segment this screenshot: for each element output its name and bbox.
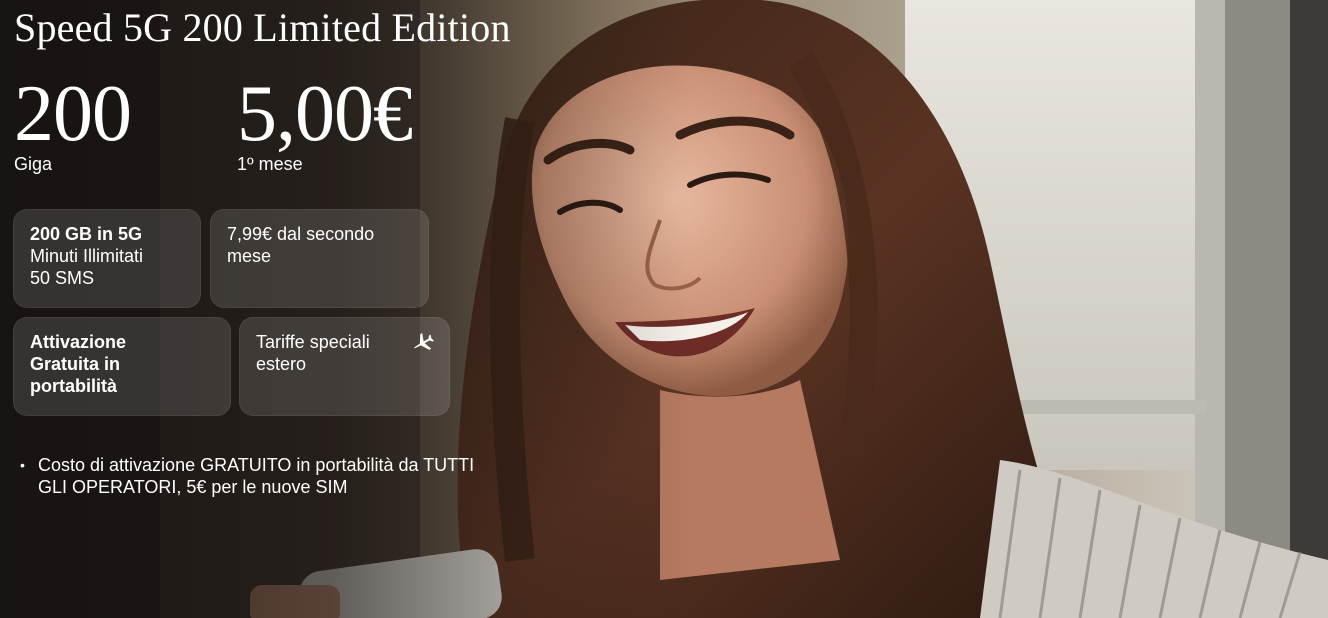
activation-card: Attivazione Gratuita in portabilità (13, 317, 231, 416)
offer-title: Speed 5G 200 Limited Edition (14, 5, 511, 50)
renewal-price-card: 7,99€ dal secondo mese (210, 209, 429, 308)
offer-notes-list: Costo di attivazione GRATUITO in portabi… (20, 454, 500, 498)
price-block: 5,00€ 1º mese (237, 70, 413, 174)
giga-value: 200 (14, 70, 132, 158)
bundle-data-line: 200 GB in 5G (30, 224, 143, 244)
bundle-sms-line: 50 SMS (30, 268, 95, 288)
offer-note-item: Costo di attivazione GRATUITO in portabi… (20, 454, 500, 498)
activation-text: Attivazione Gratuita in portabilità (30, 332, 127, 396)
giga-block: 200 Giga (14, 70, 132, 174)
bundle-card: 200 GB in 5G Minuti Illimitati 50 SMS (13, 209, 201, 308)
bundle-minutes-line: Minuti Illimitati (30, 246, 144, 266)
abroad-rates-text: Tariffe speciali estero (256, 332, 370, 374)
renewal-price-text: 7,99€ dal secondo mese (227, 224, 375, 266)
text-readability-overlay (0, 0, 1328, 618)
offer-hero-banner: Speed 5G 200 Limited Edition 200 Giga 5,… (0, 0, 1328, 618)
airplane-icon (414, 333, 434, 350)
abroad-rates-card: Tariffe speciali estero (239, 317, 450, 416)
price-value: 5,00€ (237, 70, 413, 158)
